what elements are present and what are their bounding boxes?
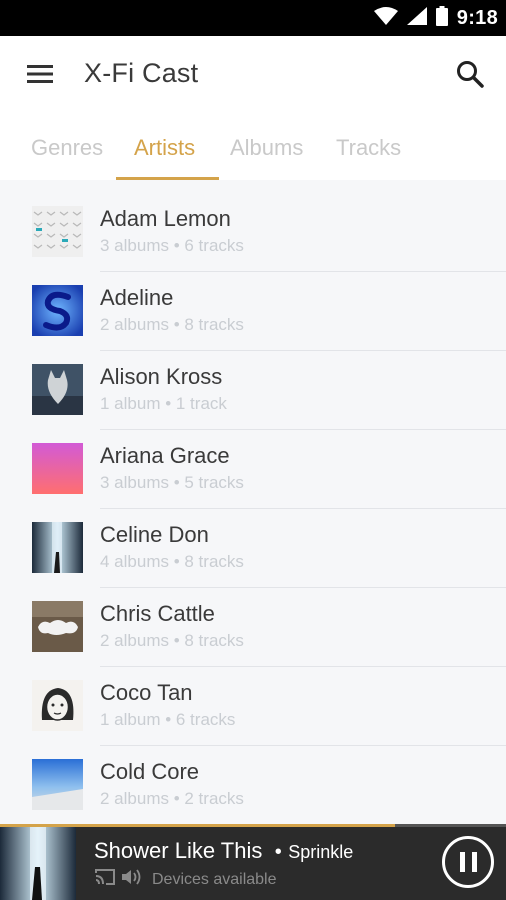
artist-name: Cold Core (100, 759, 200, 784)
wifi-icon (373, 6, 398, 30)
artist-thumbnail (32, 206, 83, 257)
artist-meta: 4 albums • 8 tracks (100, 552, 244, 571)
artist-name: Coco Tan (100, 680, 193, 705)
tab-artists[interactable]: Artists (134, 130, 195, 166)
hamburger-menu-icon (27, 64, 53, 89)
artist-meta: 3 albums • 6 tracks (100, 236, 244, 255)
list-item[interactable]: Cold Core 2 albums • 2 tracks (0, 746, 506, 824)
search-icon (456, 60, 484, 93)
artist-list[interactable]: Adam Lemon 3 albums • 6 tracks Adeline 2… (0, 180, 506, 824)
list-item[interactable]: Chris Cattle 2 albums • 8 tracks (0, 588, 506, 667)
list-item[interactable]: Adam Lemon 3 albums • 6 tracks (0, 193, 506, 272)
artist-name: Celine Don (100, 522, 209, 547)
signal-icon (406, 6, 427, 30)
status-bar: 9:18 (0, 0, 506, 36)
artist-thumbnail (32, 601, 83, 652)
tab-bar: Genres Artists Albums Tracks (0, 116, 506, 180)
battery-icon (435, 5, 448, 31)
artist-thumbnail (32, 680, 83, 731)
artist-name: Adam Lemon (100, 206, 231, 231)
artist-meta: 3 albums • 5 tracks (100, 473, 244, 492)
artist-thumbnail (32, 759, 83, 810)
tab-genres[interactable]: Genres (31, 130, 103, 166)
list-item[interactable]: Ariana Grace 3 albums • 5 tracks (0, 430, 506, 509)
devices-label: Devices available (152, 870, 277, 888)
status-time: 9:18 (456, 6, 498, 29)
artist-meta: 1 album • 6 tracks (100, 710, 236, 729)
artist-meta: 2 albums • 8 tracks (100, 315, 244, 334)
list-item[interactable]: Adeline 2 albums • 8 tracks (0, 272, 506, 351)
list-item[interactable]: Coco Tan 1 album • 6 tracks (0, 667, 506, 746)
list-item[interactable]: Celine Don 4 albums • 8 tracks (0, 509, 506, 588)
artist-name: Chris Cattle (100, 601, 215, 626)
artist-meta: 2 albums • 2 tracks (100, 789, 244, 808)
artist-meta: 1 album • 1 track (100, 394, 227, 413)
artist-thumbnail (32, 443, 83, 494)
artist-meta: 2 albums • 8 tracks (100, 631, 244, 650)
now-playing-artist: Sprinkle (288, 842, 354, 862)
now-playing-text: Shower Like This • Sprinkle (94, 838, 353, 864)
cast-icon (94, 868, 116, 891)
devices-available[interactable]: Devices available (94, 868, 277, 891)
artist-name: Adeline (100, 285, 174, 310)
pause-button[interactable] (442, 836, 494, 888)
artist-name: Ariana Grace (100, 443, 230, 468)
status-icons: 9:18 (373, 0, 498, 36)
now-playing-title: Shower Like This (94, 838, 263, 863)
mini-player[interactable]: Shower Like This • Sprinkle Devices avai… (0, 824, 506, 900)
tab-albums[interactable]: Albums (230, 130, 303, 166)
pause-icon (471, 852, 477, 872)
search-button[interactable] (448, 54, 492, 98)
artist-thumbnail (32, 364, 83, 415)
speaker-waves-icon (120, 868, 142, 891)
app-title: X-Fi Cast (84, 58, 199, 88)
pause-icon (459, 852, 465, 872)
artist-thumbnail (32, 522, 83, 573)
artist-name: Alison Kross (100, 364, 223, 389)
app-bar: X-Fi Cast (0, 36, 506, 116)
now-playing-artwork[interactable] (0, 827, 76, 900)
title-artist-separator: • (274, 841, 282, 863)
list-item[interactable]: Alison Kross 1 album • 1 track (0, 351, 506, 430)
artist-thumbnail (32, 285, 83, 336)
menu-button[interactable] (18, 56, 62, 96)
tab-tracks[interactable]: Tracks (336, 130, 401, 166)
